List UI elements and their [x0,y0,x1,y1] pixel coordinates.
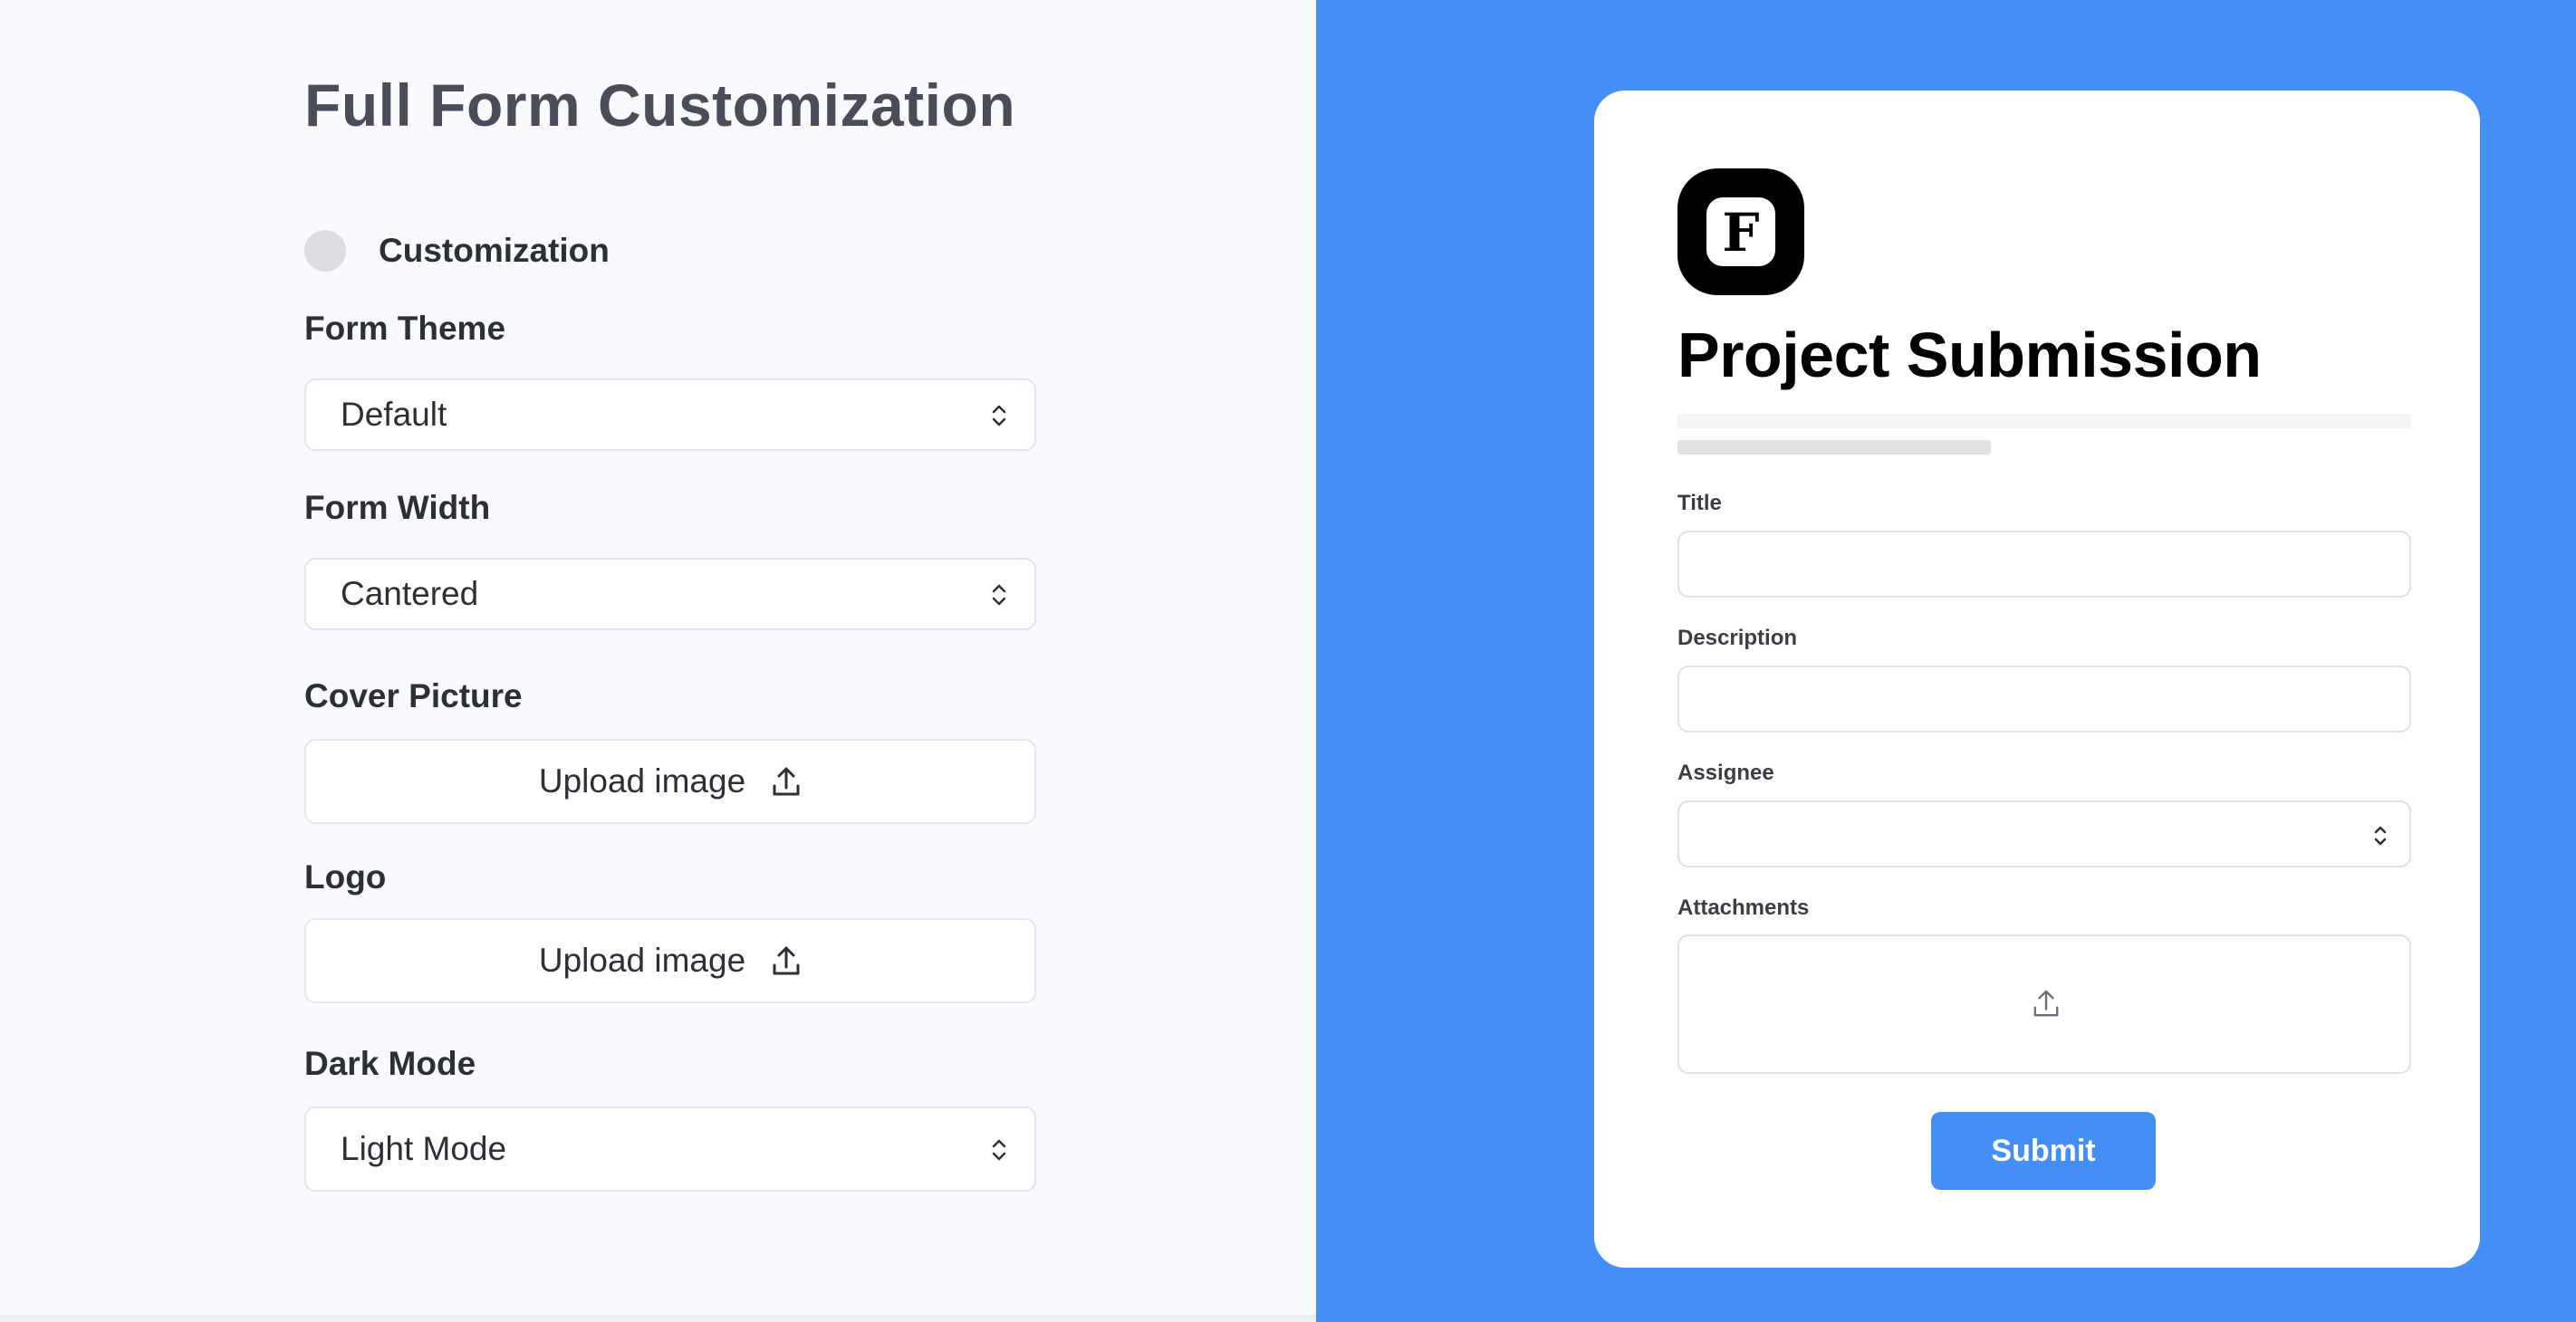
cover-picture-upload-button[interactable]: Upload image [304,739,1036,824]
cover-picture-upload-label: Upload image [538,762,746,800]
logo-upload-button[interactable]: Upload image [304,918,1036,1003]
attachments-dropzone[interactable] [1677,934,2411,1074]
upload-icon [771,764,802,799]
chevron-up-down-icon [992,405,1006,426]
divider [0,1315,1316,1322]
customization-toggle-label: Customization [379,232,610,269]
customization-toggle-row[interactable]: Customization [304,228,610,273]
form-width-value: Cantered [341,575,479,612]
cover-picture-label: Cover Picture [304,677,523,714]
form-logo-letter: F [1722,202,1760,263]
submit-button[interactable]: Submit [1931,1112,2156,1190]
form-theme-value: Default [341,396,447,433]
assignee-field-label: Assignee [1677,761,1774,785]
chevron-up-down-icon [992,1139,1006,1161]
form-preview-card: F Project Submission Title Description A… [1594,91,2480,1268]
form-title: Project Submission [1677,320,2262,390]
assignee-select[interactable] [1677,800,2411,867]
upload-icon [2032,987,2061,1024]
form-width-select[interactable]: Cantered [304,558,1036,630]
dark-mode-label: Dark Mode [304,1045,476,1082]
form-theme-label: Form Theme [304,310,506,347]
form-logo-inner: F [1706,197,1775,266]
page-title: Full Form Customization [304,72,1016,139]
description-field-label: Description [1677,626,1798,650]
upload-icon [771,944,802,978]
logo-upload-label: Upload image [538,942,746,979]
title-field-label: Title [1677,491,1722,515]
form-theme-select[interactable]: Default [304,378,1036,451]
logo-label: Logo [304,858,387,896]
form-width-label: Form Width [304,489,491,526]
title-input[interactable] [1677,531,2411,598]
customization-toggle[interactable] [304,230,346,272]
description-placeholder-line [1677,414,2411,428]
chevron-up-down-icon [2374,826,2387,846]
description-input[interactable] [1677,666,2411,733]
form-logo: F [1677,168,1804,295]
attachments-field-label: Attachments [1677,896,1810,920]
description-placeholder-line [1677,440,1991,455]
chevron-up-down-icon [992,584,1006,606]
customization-panel: Full Form Customization Customization Fo… [0,0,1316,1322]
dark-mode-value: Light Mode [341,1130,507,1167]
dark-mode-select[interactable]: Light Mode [304,1106,1036,1192]
